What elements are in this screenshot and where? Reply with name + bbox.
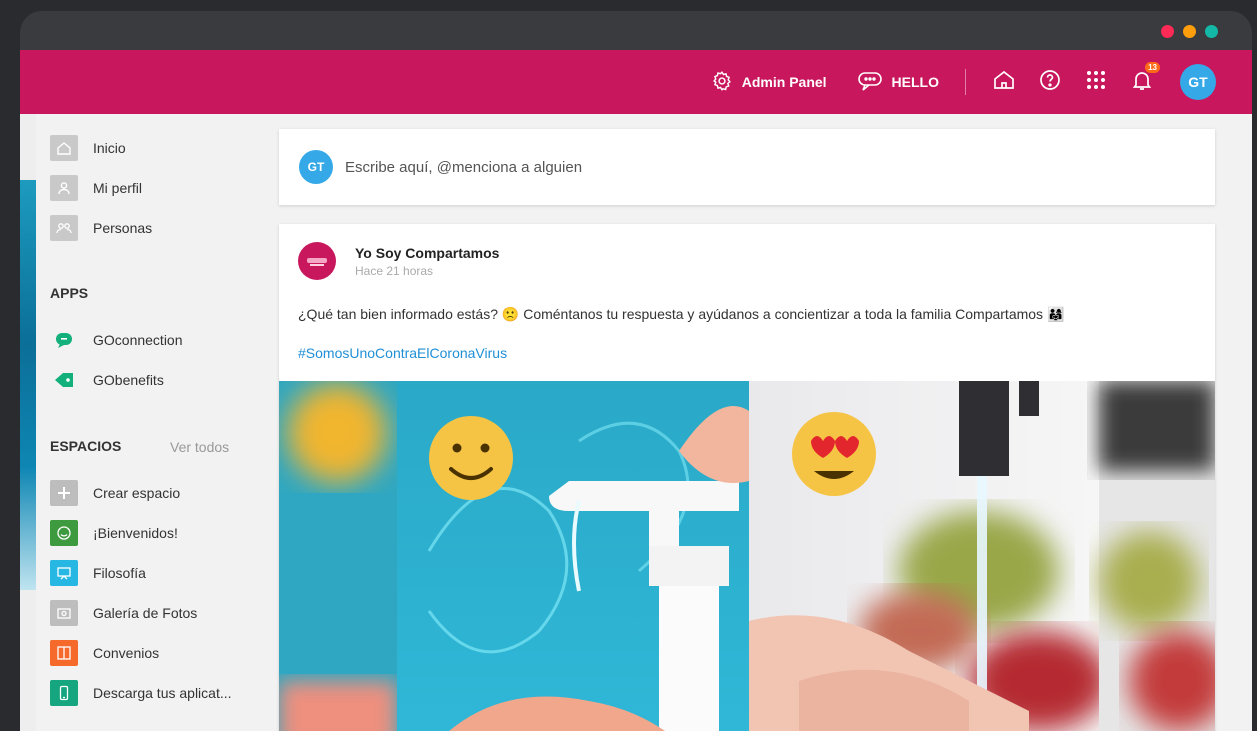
question-icon — [1038, 68, 1062, 97]
chat-bubble-icon — [857, 70, 883, 95]
sidebar-item-inicio[interactable]: Inicio — [50, 133, 126, 163]
ticket-icon — [50, 367, 78, 393]
sidebar-item-label: Mi perfil — [93, 180, 143, 196]
spaces-see-all-link[interactable]: Ver todos — [170, 439, 229, 455]
home-icon — [992, 68, 1016, 97]
help-button[interactable] — [1038, 68, 1062, 97]
composer-avatar: GT — [299, 150, 333, 184]
top-bar: Admin Panel HELLO 13 GT — [20, 50, 1252, 114]
admin-panel-label: Admin Panel — [741, 74, 827, 90]
space-item-label: Filosofía — [93, 565, 146, 581]
photo-icon — [50, 600, 78, 626]
space-item-label: Convenios — [93, 645, 160, 661]
app-screen: Admin Panel HELLO 13 GT Inicio Mi perfil… — [20, 50, 1252, 731]
hand-hygiene-photo — [279, 381, 1215, 731]
gear-icon — [711, 70, 733, 95]
notifications-button[interactable]: 13 — [1130, 61, 1160, 97]
home-button[interactable] — [992, 68, 1016, 97]
device-frame: Admin Panel HELLO 13 GT Inicio Mi perfil… — [20, 11, 1252, 731]
space-item-label: Crear espacio — [93, 485, 181, 501]
close-dot-icon[interactable] — [1161, 25, 1174, 38]
topbar-divider — [965, 69, 966, 95]
people-icon — [50, 215, 78, 241]
sidebar-item-goconnection[interactable]: GOconnection — [50, 325, 183, 355]
window-controls — [1161, 25, 1218, 38]
background-edge — [20, 114, 36, 731]
admin-panel-link[interactable]: Admin Panel — [711, 70, 827, 95]
smile-icon — [50, 520, 78, 546]
post-author[interactable]: Yo Soy Compartamos — [355, 245, 499, 261]
plus-icon — [50, 480, 78, 506]
space-item-label: Descarga tus aplicat... — [93, 685, 232, 701]
feed-post: Yo Soy Compartamos Hace 21 horas ¿Qué ta… — [279, 224, 1215, 731]
book-icon — [50, 640, 78, 666]
spaces-section-title: ESPACIOS — [50, 438, 122, 454]
sidebar-item-label: GOconnection — [93, 332, 183, 348]
space-item-crear-espacio[interactable]: Crear espacio — [50, 478, 180, 508]
post-image-collage[interactable] — [279, 381, 1215, 731]
space-item-label: Galería de Fotos — [93, 605, 198, 621]
post-text: ¿Qué tan bien informado estás? 🙁 Coménta… — [298, 306, 1065, 322]
space-item-convenios[interactable]: Convenios — [50, 638, 159, 668]
sidebar-item-personas[interactable]: Personas — [50, 213, 152, 243]
notification-badge: 13 — [1145, 61, 1160, 73]
maximize-dot-icon[interactable] — [1205, 25, 1218, 38]
background-banner-slice — [20, 180, 36, 590]
phone-icon — [50, 680, 78, 706]
sidebar-item-label: Personas — [93, 220, 153, 236]
home-icon — [50, 135, 78, 161]
minimize-dot-icon[interactable] — [1183, 25, 1196, 38]
apps-section-title: APPS — [50, 285, 89, 301]
space-item-filosofia[interactable]: Filosofía — [50, 558, 146, 588]
user-icon — [50, 175, 78, 201]
sidebar-item-label: GObenefits — [93, 372, 164, 388]
sidebar: Inicio Mi perfil Personas APPS GOconnect — [36, 114, 278, 731]
user-avatar[interactable]: GT — [1180, 64, 1216, 100]
sidebar-item-gobenefits[interactable]: GObenefits — [50, 365, 164, 395]
hello-link[interactable]: HELLO — [857, 70, 939, 95]
space-item-label: ¡Bienvenidos! — [93, 525, 178, 541]
space-item-galeria-de-fotos[interactable]: Galería de Fotos — [50, 598, 197, 628]
composer-input[interactable]: Escribe aquí, @menciona a alguien — [345, 159, 582, 176]
grid-icon — [1084, 68, 1108, 97]
apps-grid-button[interactable] — [1084, 68, 1108, 97]
hello-label: HELLO — [891, 74, 939, 90]
space-item-descarga-aplicaciones[interactable]: Descarga tus aplicat... — [50, 678, 232, 708]
author-avatar[interactable] — [298, 242, 336, 280]
post-timestamp: Hace 21 horas — [355, 264, 434, 278]
post-hashtag-link[interactable]: #SomosUnoContraElCoronaVirus — [298, 345, 507, 361]
chat-icon — [50, 327, 78, 353]
board-icon — [50, 560, 78, 586]
sidebar-item-label: Inicio — [93, 140, 126, 156]
post-composer[interactable]: GT Escribe aquí, @menciona a alguien — [279, 129, 1215, 205]
sidebar-item-mi-perfil[interactable]: Mi perfil — [50, 173, 142, 203]
space-item-bienvenidos[interactable]: ¡Bienvenidos! — [50, 518, 178, 548]
